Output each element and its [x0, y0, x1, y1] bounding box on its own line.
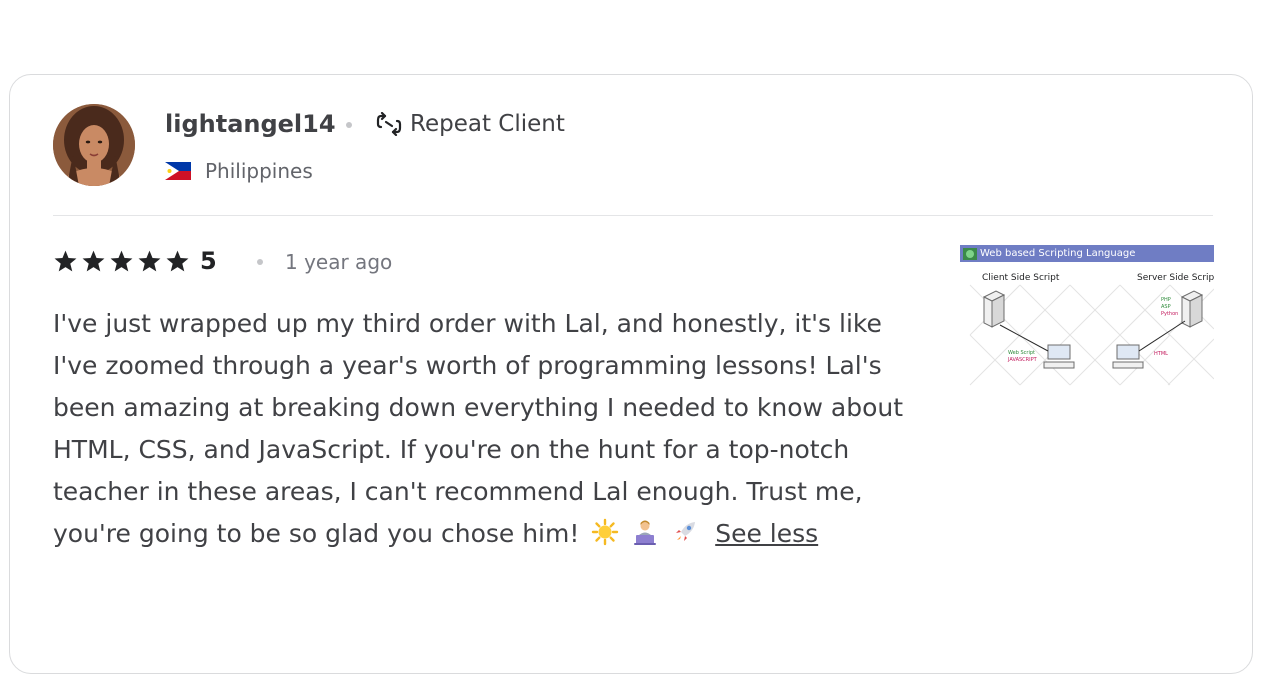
review-time: 1 year ago	[285, 250, 393, 274]
star-icon	[54, 250, 77, 271]
sun-emoji	[592, 518, 619, 546]
diagram-lines	[969, 284, 1214, 386]
technologist-emoji	[634, 520, 657, 545]
client-item-1: Web Script	[1008, 350, 1035, 356]
rating: 5	[53, 247, 217, 275]
server-side-label: Server Side Script	[1137, 273, 1214, 283]
star-icon	[138, 250, 161, 271]
separator-dot	[257, 259, 263, 265]
rating-value: 5	[200, 247, 217, 275]
server-item-1: PHP	[1161, 297, 1171, 303]
client-item-2: JAVASCRIPT	[1008, 357, 1037, 363]
client-side-label: Client Side Script	[982, 273, 1060, 283]
philippines-flag-icon	[165, 162, 191, 180]
star-icon	[82, 250, 105, 271]
reviewer-country: Philippines	[165, 159, 313, 183]
divider	[53, 215, 1213, 216]
repeat-client-badge: Repeat Client	[374, 109, 565, 139]
review-text: I've just wrapped up my third order with…	[53, 303, 913, 555]
avatar[interactable]	[53, 104, 135, 186]
review-body: I've just wrapped up my third order with…	[53, 309, 904, 548]
repeat-client-label: Repeat Client	[410, 111, 565, 137]
server-item-3: Python	[1161, 311, 1179, 317]
reviewer-username[interactable]: lightangel14	[165, 109, 336, 139]
star-icon	[110, 250, 133, 271]
review-attachment-thumbnail[interactable]: Web based Scripting Language Client Side…	[960, 245, 1214, 397]
country-name: Philippines	[205, 159, 313, 183]
stars	[53, 249, 190, 274]
server-item-2: ASP	[1161, 304, 1171, 310]
separator-dot	[346, 122, 352, 128]
html-label: HTML	[1154, 351, 1168, 357]
rocket-emoji	[676, 522, 696, 542]
repeat-icon	[376, 112, 402, 136]
star-icon	[166, 250, 189, 271]
review-card: lightangel14 Repeat Client Philippines 5…	[9, 74, 1253, 674]
see-less-link[interactable]: See less	[715, 519, 818, 548]
